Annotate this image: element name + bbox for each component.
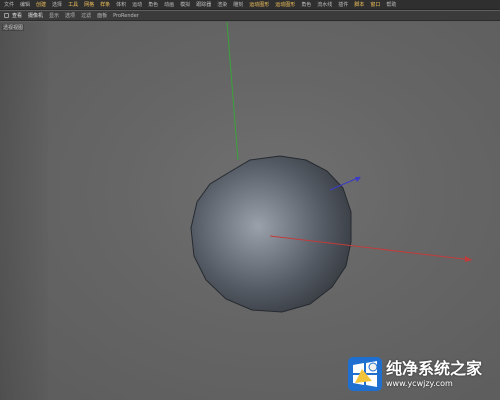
menu-create[interactable]: 创建: [36, 0, 46, 10]
sphere-object[interactable]: [190, 155, 352, 313]
menu-motion[interactable]: 运动: [132, 0, 142, 10]
menu-help[interactable]: 帮助: [386, 0, 396, 10]
menu-simulate[interactable]: 模拟: [180, 0, 190, 10]
viewport-tab-view[interactable]: 查看: [12, 11, 22, 21]
c4d-window: 文件 编辑 创建 选择 工具 网格 样条 体积 运动 角色 动画 模拟 跟踪器 …: [0, 0, 500, 400]
scene-canvas: [190, 22, 473, 313]
viewport-tab-panel[interactable]: 面板: [97, 11, 107, 21]
menu-character-2[interactable]: 角色: [301, 0, 311, 10]
watermark: 纯净系统之家 www.ycwjzy.com: [348, 354, 494, 394]
menu-volume[interactable]: 体积: [116, 0, 126, 10]
menu-script[interactable]: 脚本: [354, 0, 364, 10]
brand-logo-icon: [348, 357, 382, 391]
axis-x-arrow: [465, 256, 472, 262]
viewport-toolbar: 查看 摄像机 显示 选项 过滤 面板 ProRender: [0, 11, 500, 21]
main-menu-bar: 文件 编辑 创建 选择 工具 网格 样条 体积 运动 角色 动画 模拟 跟踪器 …: [0, 0, 500, 10]
menu-spline[interactable]: 样条: [100, 0, 110, 10]
menu-edit[interactable]: 编辑: [20, 0, 30, 10]
menu-animate[interactable]: 动画: [164, 0, 174, 10]
menu-render[interactable]: 渲染: [217, 0, 227, 10]
menu-mesh[interactable]: 网格: [84, 0, 94, 10]
menu-plugins[interactable]: 插件: [338, 0, 348, 10]
axis-z-arrow: [355, 177, 361, 182]
menu-sculpt[interactable]: 雕刻: [233, 0, 243, 10]
menu-mograph[interactable]: 运动图形: [249, 0, 269, 10]
viewport-tab-options[interactable]: 选项: [65, 11, 75, 21]
menu-mograph-2[interactable]: 运动图形: [275, 0, 295, 10]
watermark-url: www.ycwjzy.com: [386, 378, 453, 388]
watermark-title: 纯净系统之家: [386, 358, 483, 378]
viewport-tab-prorender[interactable]: ProRender: [113, 11, 139, 21]
axis-y-line: [226, 22, 239, 161]
viewport-tab-filter[interactable]: 过滤: [81, 11, 91, 21]
menu-pipeline[interactable]: 流水线: [317, 0, 332, 10]
menu-tools[interactable]: 工具: [68, 0, 78, 10]
viewport-tab-camera[interactable]: 摄像机: [28, 11, 43, 21]
menu-file[interactable]: 文件: [4, 0, 14, 10]
3d-viewport[interactable]: 透视视图 纯净系统之家 www.ycwjzy.com: [0, 22, 500, 400]
menu-character[interactable]: 角色: [148, 0, 158, 10]
viewport-tab-display[interactable]: 显示: [49, 11, 59, 21]
menu-window[interactable]: 窗口: [370, 0, 380, 10]
view-menu-icon[interactable]: [4, 13, 9, 18]
menu-tracker[interactable]: 跟踪器: [196, 0, 211, 10]
watermark-text: 纯净系统之家 www.ycwjzy.com: [386, 358, 483, 388]
menu-select[interactable]: 选择: [52, 0, 62, 10]
